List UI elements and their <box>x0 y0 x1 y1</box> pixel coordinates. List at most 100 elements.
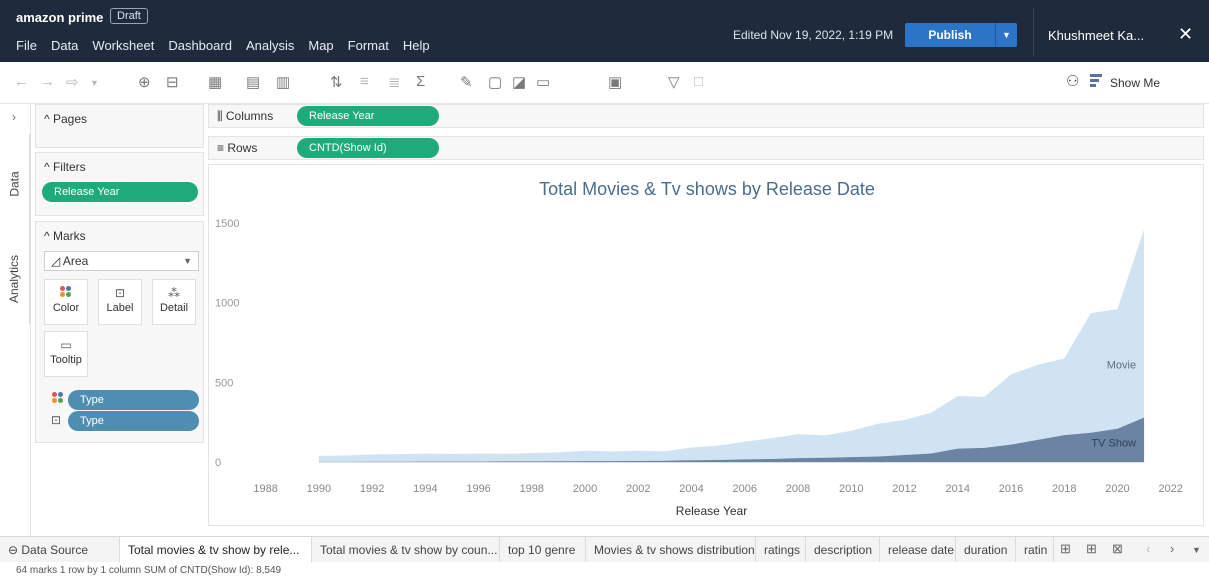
columns-pill-release-year[interactable]: Release Year <box>297 106 439 126</box>
series-label-movie: Movie <box>1107 360 1136 372</box>
columns-label-text: Columns <box>225 109 274 123</box>
rows-shelf[interactable]: ≡ Rows CNTD(Show Id) <box>208 136 1204 160</box>
x-tick-label: 2010 <box>839 483 863 495</box>
menu-dashboard[interactable]: Dashboard <box>168 38 232 53</box>
y-axis: 0 500 1000 1500 <box>215 218 239 469</box>
menu-map[interactable]: Map <box>308 38 333 53</box>
new-datasource-icon[interactable]: ⊕ <box>138 73 151 91</box>
x-axis: 1988 1990 1992 1994 1996 1998 2000 2002 2004 2006… <box>253 483 1183 495</box>
chart-view[interactable]: Total Movies & Tv shows by Release Date … <box>208 164 1204 526</box>
chevron-left-icon[interactable]: ‹ <box>1146 541 1150 556</box>
new-story-icon[interactable]: ⊠ <box>1112 541 1123 557</box>
tab-sheet-description[interactable]: description <box>806 537 880 563</box>
redo-icon[interactable]: → <box>40 73 55 90</box>
tab-sheet-distribution[interactable]: Movies & tv shows distribution <box>586 537 756 563</box>
area-icon: ◿ <box>51 254 63 268</box>
highlight-icon[interactable]: ✎ <box>460 73 473 91</box>
menu-analysis[interactable]: Analysis <box>246 38 294 53</box>
columns-shelf[interactable]: ⫼ Columns Release Year <box>208 104 1204 128</box>
x-tick-label: 1988 <box>253 483 277 495</box>
pause-updates-icon[interactable]: ⊟ <box>166 73 179 91</box>
tab-sheet-ratings[interactable]: ratings <box>756 537 806 563</box>
menu-worksheet[interactable]: Worksheet <box>92 38 154 53</box>
label-label: Label <box>106 302 134 314</box>
color-label: Color <box>52 302 80 314</box>
user-menu[interactable]: Khushmeet Ka... <box>1048 28 1144 43</box>
chevron-down-icon[interactable]: ▼ <box>1192 545 1201 555</box>
binoculars-icon[interactable]: ⚇ <box>1066 72 1079 90</box>
format-icon[interactable]: ◪ <box>512 73 526 91</box>
filters-title[interactable]: ^ Filters <box>44 160 86 174</box>
replay-icon[interactable]: ⇨ <box>66 73 79 91</box>
x-tick-label: 2022 <box>1158 483 1182 495</box>
undo-icon[interactable]: ← <box>14 73 29 90</box>
show-me-icon[interactable] <box>1090 74 1102 88</box>
datasource-icon: ⊖ <box>8 543 22 557</box>
new-dashboard-icon[interactable]: ⊞ <box>1086 541 1097 557</box>
sort-ascending-icon[interactable]: ≡ <box>360 73 369 90</box>
menu-data[interactable]: Data <box>51 38 78 53</box>
menu-bar: File Data Worksheet Dashboard Analysis M… <box>16 38 430 53</box>
mark-field-color-type[interactable]: Type <box>68 390 199 410</box>
y-tick-label: 1000 <box>215 298 239 310</box>
tab-analytics-label[interactable]: Analytics <box>8 255 22 303</box>
menu-format[interactable]: Format <box>348 38 389 53</box>
pages-title[interactable]: ^ Pages <box>44 112 87 126</box>
show-me-button[interactable]: Show Me <box>1110 76 1160 90</box>
toolbar: ← → ⇨ ▼ ⊕ ⊟ ▦ ▤ ▥ ⇅ ≡ ≣ Σ ✎ ▢ ◪ ▭ ▣ ▽ □ … <box>0 62 1209 104</box>
tab-sheet-release[interactable]: Total movies & tv show by rele... <box>120 537 312 563</box>
publish-button[interactable]: Publish ▼ <box>905 23 1017 47</box>
filter-pill-release-year[interactable]: Release Year <box>42 182 198 202</box>
x-tick-label: 1992 <box>360 483 384 495</box>
x-tick-label: 2008 <box>786 483 810 495</box>
tab-data-label[interactable]: Data <box>7 171 21 196</box>
menu-help[interactable]: Help <box>403 38 430 53</box>
tab-analytics[interactable]: Analytics <box>0 234 30 324</box>
chart-title: Total Movies & Tv shows by Release Date <box>539 179 875 199</box>
tooltip-button[interactable]: ▭ Tooltip <box>44 331 88 377</box>
label-icon: ⊡ <box>114 286 126 300</box>
marks-title-text: Marks <box>52 229 86 243</box>
tab-sheet-genre[interactable]: top 10 genre <box>500 537 586 563</box>
tab-sheet-ratin[interactable]: ratin <box>1016 537 1054 563</box>
detail-button[interactable]: ⁂ Detail <box>152 279 196 325</box>
sort-descending-icon[interactable]: ≣ <box>388 73 401 91</box>
totals-icon[interactable]: Σ <box>416 73 425 90</box>
label-button[interactable]: ⊡ Label <box>98 279 142 325</box>
clear-sheet-icon[interactable]: ▥ <box>276 73 290 91</box>
menu-file[interactable]: File <box>16 38 37 53</box>
fit-icon[interactable]: ▭ <box>536 73 550 91</box>
tab-sheet-country[interactable]: Total movies & tv show by coun... <box>312 537 500 563</box>
swap-rows-columns-icon[interactable]: ⇅ <box>330 73 343 91</box>
presentation-icon[interactable]: ▣ <box>608 73 622 91</box>
chevron-down-icon[interactable]: ▼ <box>90 78 99 88</box>
publish-label[interactable]: Publish <box>905 23 995 47</box>
tab-data[interactable]: Data <box>0 134 30 234</box>
new-worksheet-icon[interactable]: ⊞ <box>1060 541 1071 557</box>
tooltip-icon[interactable]: ▽ <box>668 73 680 91</box>
mark-field-label-type[interactable]: Type <box>68 411 199 431</box>
close-icon[interactable]: ✕ <box>1178 24 1193 45</box>
duplicate-sheet-icon[interactable]: ▤ <box>246 73 260 91</box>
area-chart[interactable]: 0 500 1000 1500 1988 1990 1992 1994 1996 1998 200… <box>209 165 1203 525</box>
tab-sheet-duration[interactable]: duration <box>956 537 1016 563</box>
draft-badge: Draft <box>110 8 148 24</box>
series-label-tv-show: TV Show <box>1091 438 1136 450</box>
x-tick-label: 2012 <box>892 483 916 495</box>
pages-card: ^ Pages <box>35 104 204 148</box>
comment-icon[interactable]: □ <box>694 73 703 90</box>
marks-title[interactable]: ^ Marks <box>44 229 86 243</box>
new-worksheet-icon[interactable]: ▦ <box>208 73 222 91</box>
label-icon: ⊡ <box>51 413 62 427</box>
chevron-right-icon[interactable]: › <box>1170 541 1174 556</box>
mark-type-select[interactable]: ◿ Area ▼ <box>44 251 199 271</box>
color-button[interactable]: Color <box>44 279 88 325</box>
chevron-down-icon[interactable]: ▼ <box>995 23 1017 47</box>
tab-data-source[interactable]: ⊖ Data Source <box>0 537 120 563</box>
chevron-right-icon[interactable]: › <box>12 110 16 124</box>
rows-pill-cntd-show-id[interactable]: CNTD(Show Id) <box>297 138 439 158</box>
tab-sheet-release-date[interactable]: release date <box>880 537 956 563</box>
area-movie[interactable] <box>318 229 1145 462</box>
color-icon <box>45 286 87 302</box>
labels-icon[interactable]: ▢ <box>488 73 502 91</box>
